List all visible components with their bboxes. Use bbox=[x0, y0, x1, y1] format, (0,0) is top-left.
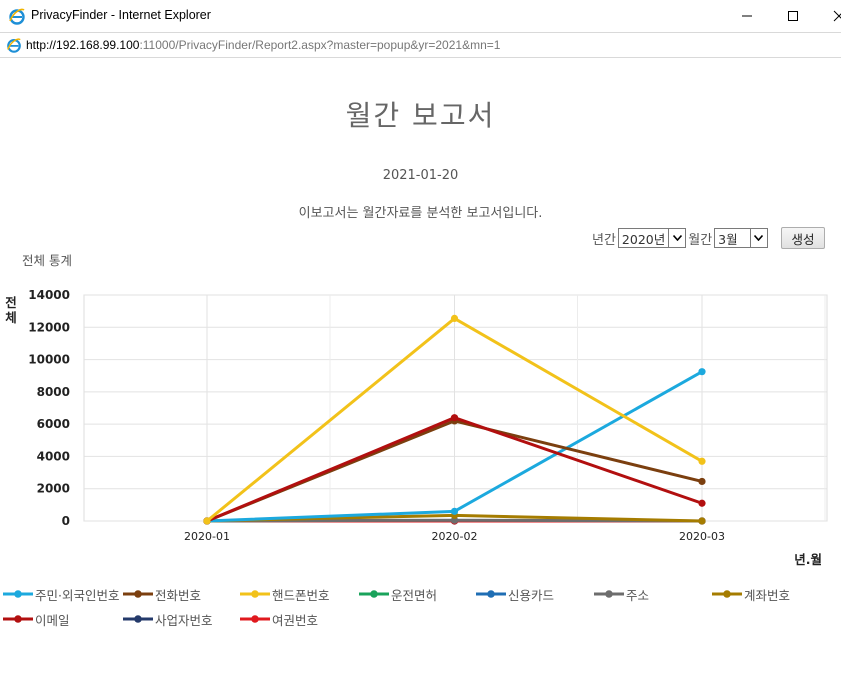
internet-explorer-icon bbox=[9, 8, 25, 25]
year-select[interactable]: 2020년 bbox=[617, 228, 687, 248]
y-tick-label: 12000 bbox=[28, 320, 70, 334]
close-icon bbox=[833, 10, 841, 22]
legend-label: 계좌번호 bbox=[744, 587, 791, 603]
legend-swatch-icon bbox=[123, 590, 153, 598]
x-tick-label: 2020-03 bbox=[679, 530, 725, 543]
legend-label: 주민·외국인번호 bbox=[35, 587, 120, 603]
x-axis-label: 년.월 bbox=[794, 552, 822, 567]
maximize-button[interactable] bbox=[770, 0, 816, 32]
url-path: :11000/PrivacyFinder/Report2.aspx?master… bbox=[139, 38, 501, 52]
generate-button[interactable]: 생성 bbox=[781, 227, 825, 249]
x-tick-label: 2020-01 bbox=[184, 530, 230, 543]
report-controls: 년간 2020년 월간 3월 bbox=[592, 228, 770, 248]
legend-swatch-icon bbox=[240, 590, 270, 598]
legend-item[interactable]: 계좌번호 bbox=[712, 585, 790, 603]
data-point bbox=[450, 507, 459, 515]
chevron-down-icon bbox=[749, 229, 767, 247]
legend-label: 신용카드 bbox=[508, 587, 555, 603]
chevron-down-icon bbox=[668, 229, 685, 247]
legend-item[interactable]: 사업자번호 bbox=[123, 610, 213, 628]
y-tick-label: 2000 bbox=[37, 482, 70, 496]
statistics-line-chart: 0 2000 4000 6000 8000 10000 12000 14000 2020-01 2… bbox=[5, 288, 828, 567]
close-button[interactable] bbox=[816, 0, 841, 32]
data-point bbox=[698, 368, 706, 376]
maximize-icon bbox=[788, 11, 798, 21]
legend-label: 핸드폰번호 bbox=[272, 587, 330, 603]
legend-item[interactable]: 핸드폰번호 bbox=[240, 585, 330, 603]
legend-label: 이메일 bbox=[35, 612, 70, 628]
url-host: http://192.168.99.100 bbox=[26, 38, 140, 52]
y-tick-label: 4000 bbox=[37, 449, 70, 463]
legend-item[interactable]: 여권번호 bbox=[240, 610, 318, 628]
data-point bbox=[698, 477, 706, 486]
legend-swatch-icon bbox=[240, 615, 270, 623]
report-date: 2021-01-20 bbox=[382, 168, 459, 183]
month-select[interactable]: 3월 bbox=[714, 228, 768, 248]
legend-swatch-icon bbox=[123, 615, 153, 623]
address-bar[interactable]: http://192.168.99.100:11000/PrivacyFinde… bbox=[0, 32, 841, 58]
legend-item[interactable]: 주민·외국인번호 bbox=[3, 585, 119, 603]
legend-swatch-icon bbox=[476, 590, 506, 598]
data-point bbox=[450, 314, 459, 323]
year-select-value: 2020년 bbox=[621, 231, 666, 247]
legend-swatch-icon bbox=[359, 590, 389, 598]
legend-swatch-icon bbox=[3, 590, 33, 598]
y-tick-label: 8000 bbox=[37, 385, 70, 399]
year-label: 년간 bbox=[592, 232, 616, 248]
address-url[interactable]: http://192.168.99.100:11000/PrivacyFinde… bbox=[26, 38, 500, 52]
minimize-button[interactable] bbox=[724, 0, 770, 32]
data-point bbox=[698, 499, 706, 507]
data-point bbox=[698, 517, 706, 525]
legend-label: 전화번호 bbox=[155, 587, 202, 603]
y-tick-label: 14000 bbox=[28, 288, 70, 302]
legend-item[interactable]: 전화번호 bbox=[123, 585, 201, 603]
legend-label: 사업자번호 bbox=[155, 612, 213, 628]
legend-item[interactable]: 운전면허 bbox=[359, 585, 437, 603]
y-axis-label: 체 bbox=[5, 310, 17, 325]
legend-item[interactable]: 이메일 bbox=[3, 610, 70, 628]
data-point bbox=[203, 517, 211, 525]
minimize-icon bbox=[742, 15, 752, 17]
section-label: 전체 통계 bbox=[22, 253, 72, 268]
month-select-value: 3월 bbox=[718, 231, 738, 247]
data-point bbox=[698, 457, 706, 465]
legend-swatch-icon bbox=[712, 590, 742, 598]
legend-item[interactable]: 주소 bbox=[594, 585, 649, 603]
window-title-bar: PrivacyFinder - Internet Explorer bbox=[0, 0, 841, 32]
y-axis-label: 전 bbox=[5, 295, 17, 310]
legend-swatch-icon bbox=[594, 590, 624, 598]
y-tick-label: 6000 bbox=[37, 417, 70, 431]
plot-area bbox=[83, 294, 828, 522]
legend-swatch-icon bbox=[3, 615, 33, 623]
report-description: 이보고서는 월간자료를 분석한 보고서입니다. bbox=[298, 206, 543, 221]
legend-item[interactable]: 신용카드 bbox=[476, 585, 554, 603]
x-tick-label: 2020-02 bbox=[432, 530, 478, 543]
window-title: PrivacyFinder - Internet Explorer bbox=[31, 8, 211, 22]
legend-label: 여권번호 bbox=[272, 612, 319, 628]
y-tick-label: 10000 bbox=[28, 353, 70, 367]
data-point bbox=[450, 414, 459, 422]
y-tick-label: 0 bbox=[62, 514, 70, 528]
legend-label: 운전면허 bbox=[391, 587, 438, 603]
legend-label: 주소 bbox=[626, 587, 650, 603]
page-title: 월간 보고서 bbox=[345, 99, 496, 132]
internet-explorer-icon bbox=[7, 38, 21, 53]
month-label: 월간 bbox=[688, 232, 713, 248]
